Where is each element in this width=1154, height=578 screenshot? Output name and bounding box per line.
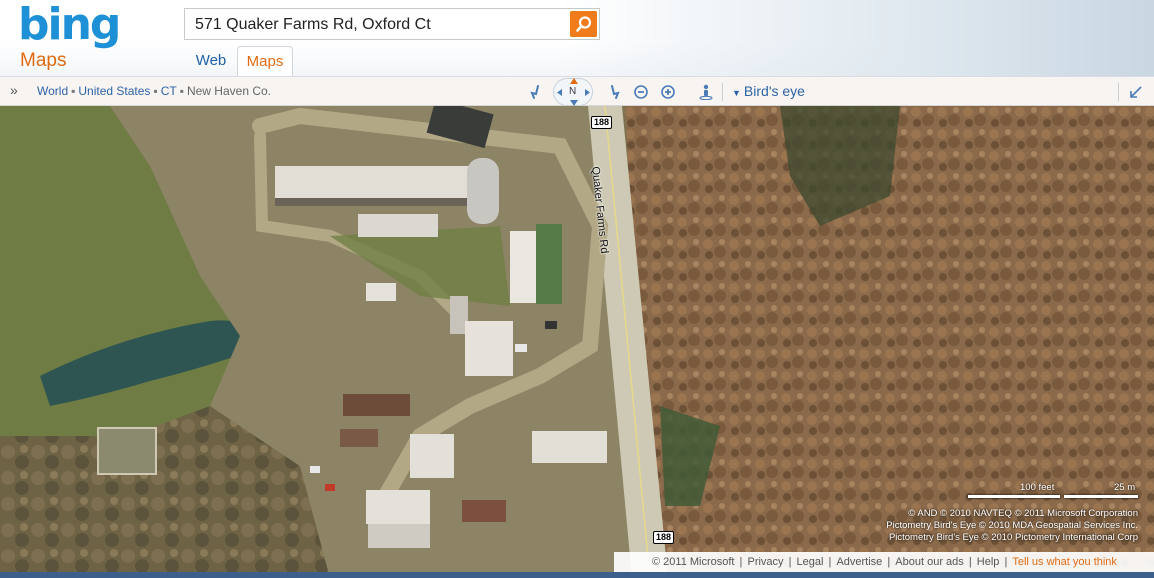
pan-right-icon[interactable] bbox=[585, 89, 590, 96]
zoom-out-icon[interactable] bbox=[633, 84, 649, 100]
rotate-right-icon[interactable] bbox=[606, 84, 622, 100]
view-selector[interactable]: ▼ Bird's eye bbox=[732, 83, 805, 99]
tab-web[interactable]: Web bbox=[186, 46, 236, 75]
search-box bbox=[184, 8, 600, 40]
credit-line: © AND © 2010 NAVTEQ © 2011 Microsoft Cor… bbox=[908, 508, 1138, 519]
breadcrumb-ct[interactable]: CT bbox=[161, 84, 177, 98]
breadcrumb-new-haven: New Haven Co. bbox=[186, 84, 272, 98]
footer-about-ads-link[interactable]: About our ads bbox=[895, 556, 964, 568]
collapse-arrow-icon[interactable] bbox=[1128, 84, 1144, 100]
footer-feedback-link[interactable]: Tell us what you think bbox=[1012, 556, 1117, 568]
streetside-person-icon[interactable] bbox=[698, 84, 714, 100]
route-shield: 188 bbox=[591, 116, 613, 129]
map-canvas[interactable]: Quaker Farms Rd 188 188 100 feet 25 m © … bbox=[0, 106, 1154, 578]
compass-control[interactable]: N bbox=[553, 78, 593, 106]
footer-legal-link[interactable]: Legal bbox=[797, 556, 824, 568]
scale-feet-label: 100 feet bbox=[1020, 482, 1055, 493]
breadcrumb: World ▪ United States ▪ CT ▪ New Haven Co. bbox=[37, 84, 271, 98]
credit-line: Pictometry Bird's Eye © 2010 Pictometry … bbox=[888, 532, 1138, 543]
search-icon bbox=[575, 16, 591, 32]
pan-left-icon[interactable] bbox=[557, 89, 562, 96]
footer-advertise-link[interactable]: Advertise bbox=[836, 556, 882, 568]
breadcrumb-world[interactable]: World bbox=[37, 84, 68, 98]
scale-feet-bar bbox=[968, 495, 1060, 498]
maps-product-label[interactable]: Maps bbox=[20, 50, 66, 72]
breadcrumb-united-states[interactable]: United States bbox=[78, 84, 150, 98]
compass-north-label: N bbox=[569, 86, 577, 97]
footer: © 2011 Microsoft | Privacy | Legal | Adv… bbox=[614, 552, 1154, 572]
scale-meters-label: 25 m bbox=[1114, 482, 1136, 493]
map-toolbar: » World ▪ United States ▪ CT ▪ New Haven Co. N bbox=[0, 76, 1154, 106]
footer-help-link[interactable]: Help bbox=[977, 556, 1000, 568]
header: bing Maps Web Maps bbox=[0, 0, 1154, 77]
view-selector-label: Bird's eye bbox=[743, 83, 805, 99]
chevron-down-icon: ▼ bbox=[732, 88, 741, 98]
breadcrumb-separator: ▪ bbox=[71, 84, 76, 98]
map-credits: © AND © 2010 NAVTEQ © 2011 Microsoft Cor… bbox=[886, 508, 1138, 544]
window-bottom-border bbox=[0, 572, 1154, 578]
breadcrumb-separator: ▪ bbox=[179, 84, 184, 98]
toolbar-divider bbox=[1118, 83, 1119, 101]
bing-logo[interactable]: bing bbox=[18, 0, 121, 50]
search-button[interactable] bbox=[570, 11, 597, 37]
toolbar-divider bbox=[722, 83, 723, 101]
breadcrumb-separator: ▪ bbox=[153, 84, 158, 98]
scale-meters-bar bbox=[1064, 495, 1138, 498]
map-scale: 100 feet 25 m bbox=[968, 482, 1140, 500]
zoom-in-icon[interactable] bbox=[660, 84, 676, 100]
route-shield: 188 bbox=[653, 531, 675, 544]
credit-line: Pictometry Bird's Eye © 2010 MDA Geospat… bbox=[886, 520, 1138, 531]
header-background bbox=[560, 0, 1154, 76]
footer-copyright: © 2011 Microsoft bbox=[652, 556, 735, 568]
tab-maps[interactable]: Maps bbox=[237, 46, 293, 77]
rotate-left-icon[interactable] bbox=[528, 84, 544, 100]
footer-privacy-link[interactable]: Privacy bbox=[747, 556, 783, 568]
pan-up-icon[interactable] bbox=[570, 78, 578, 84]
search-input[interactable] bbox=[193, 13, 567, 37]
expand-panel-icon[interactable]: » bbox=[10, 82, 18, 98]
